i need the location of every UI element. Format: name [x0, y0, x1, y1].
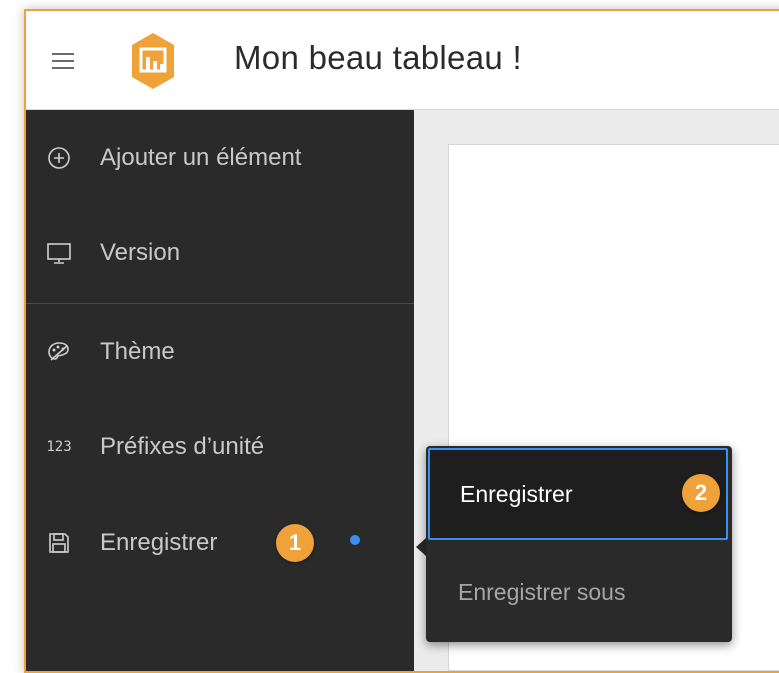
callout-badge-1: 1	[276, 524, 314, 562]
sidebar-item-theme[interactable]: Thème	[26, 327, 414, 377]
save-icon	[46, 530, 72, 556]
sidebar-item-label: Version	[100, 239, 181, 266]
active-indicator-dot	[350, 535, 360, 545]
save-popup-menu: Enregistrer Enregistrer sous	[426, 446, 732, 642]
popup-arrow	[416, 538, 426, 556]
app-header: Mon beau tableau !	[26, 11, 779, 110]
sidebar-item-add-element[interactable]: Ajouter un élément	[26, 133, 414, 183]
plus-circle-icon	[46, 145, 72, 171]
sidebar-divider	[26, 303, 414, 304]
sidebar-item-label: Enregistrer	[100, 529, 218, 556]
hamburger-menu-icon[interactable]	[52, 53, 74, 69]
sidebar-item-label: Préfixes d’unité	[100, 433, 265, 460]
sidebar-item-label: Thème	[100, 338, 175, 365]
palette-icon	[46, 339, 72, 365]
sidebar: Ajouter un élément Version Thème 123 Pré…	[26, 110, 414, 671]
monitor-icon	[46, 240, 72, 266]
sidebar-item-unit-prefixes[interactable]: 123 Préfixes d’unité	[26, 422, 414, 472]
sidebar-item-label: Ajouter un élément	[100, 144, 302, 171]
callout-badge-2: 2	[682, 474, 720, 512]
app-logo-icon	[132, 33, 174, 89]
sidebar-item-version[interactable]: Version	[26, 228, 414, 278]
menu-item-save-as[interactable]: Enregistrer sous	[426, 546, 732, 638]
123-icon: 123	[46, 439, 72, 455]
app-title: Mon beau tableau !	[234, 39, 522, 76]
